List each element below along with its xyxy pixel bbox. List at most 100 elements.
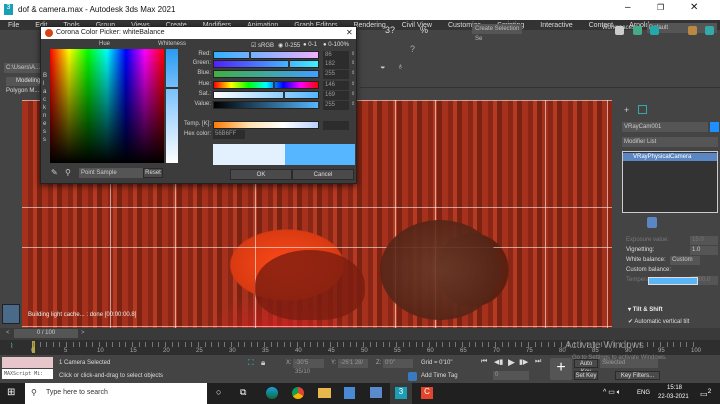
cancel-button[interactable]: Cancel (292, 169, 354, 180)
object-name-field[interactable]: VRayCam001 (622, 122, 708, 132)
light-icon[interactable]: ♁ (397, 61, 404, 71)
mode-radio-0-1[interactable]: ● 0-1 (303, 42, 317, 48)
x-coordinate[interactable]: -30'5 35/10 (293, 359, 324, 375)
tab-modeling[interactable]: Modeling (6, 77, 40, 86)
taskbar-search-box[interactable]: ⚲ Type here to search (25, 383, 207, 404)
temperature-slider[interactable] (213, 121, 319, 129)
next-frame-icon[interactable]: ▮▶ (519, 358, 528, 366)
value-value-field[interactable]: 255 (323, 101, 349, 110)
help-icon[interactable]: ? (410, 44, 415, 54)
hue-spinner[interactable]: ⇕ (351, 81, 355, 90)
z-coordinate[interactable]: 0'0" (383, 359, 413, 368)
red-spinner[interactable]: ⇕ (351, 51, 355, 60)
param-value[interactable]: 15.0 (690, 236, 718, 245)
set-key-button[interactable]: Set Key (574, 371, 598, 380)
percent-snap-icon[interactable]: % (420, 25, 428, 35)
curve-editor-icon[interactable] (633, 26, 642, 35)
red-value-field[interactable]: 86 (323, 51, 349, 60)
add-time-tag[interactable]: Add Time Tag (421, 373, 458, 379)
modifier-list-dropdown[interactable]: Modifier List (622, 137, 718, 147)
value-spinner[interactable]: ⇕ (351, 101, 355, 110)
ok-button[interactable]: OK (230, 169, 292, 180)
tray-icons[interactable]: ^ ▭ 🔈︎ (603, 388, 621, 397)
object-color-swatch[interactable] (710, 122, 719, 132)
maxscript-listener[interactable] (2, 357, 53, 368)
close-button[interactable]: ✕ (690, 2, 698, 13)
render-setup-icon[interactable] (688, 26, 697, 35)
previous-frame-icon[interactable]: ◀▮ (494, 358, 503, 366)
teapot-icon[interactable]: ◒ (380, 61, 385, 71)
task-view-icon[interactable]: ⧉ (240, 387, 246, 398)
edge-icon[interactable] (266, 387, 278, 399)
project-path[interactable]: C:\Users\A... (4, 63, 40, 73)
camtasia-icon[interactable]: C (421, 387, 433, 399)
sat-slider-handle[interactable] (282, 91, 285, 99)
add-key-button[interactable]: + (550, 358, 572, 380)
value-slider[interactable] (213, 101, 320, 109)
minimize-button[interactable]: – (625, 2, 631, 13)
blue-slider[interactable] (213, 70, 320, 78)
pen-icon[interactable]: ✎ (51, 168, 58, 177)
menu-interactive[interactable]: Interactive (532, 22, 580, 29)
hue-slider-handle[interactable] (273, 81, 276, 89)
y-coordinate[interactable]: -26'1 28/ (338, 359, 368, 368)
time-next-button[interactable]: > (81, 330, 85, 336)
time-tag-icon[interactable] (408, 372, 417, 381)
hue-slider[interactable] (213, 81, 319, 89)
language-indicator[interactable]: ENG (637, 390, 650, 396)
reset-button[interactable]: Reset (143, 168, 163, 178)
maxscript-input[interactable]: MAXScript Mi: (2, 369, 53, 379)
srgb-checkbox[interactable]: ☑ sRGB (251, 42, 274, 49)
dialog-close-button[interactable]: ✕ (346, 28, 353, 37)
show-end-result-icon[interactable] (647, 217, 657, 228)
green-value-field[interactable]: 182 (323, 60, 349, 69)
modifier-stack-item[interactable]: VRayPhysicalCamera (623, 153, 717, 161)
mode-radio-0-255[interactable]: ◉ 0-255 (278, 42, 300, 49)
cortana-icon[interactable]: ○ (216, 387, 221, 397)
time-prev-button[interactable]: < (6, 330, 10, 336)
schematic-view-icon[interactable] (650, 26, 659, 35)
blue-slider-handle[interactable] (318, 70, 320, 78)
hue-value-field[interactable]: 146 (323, 81, 349, 90)
green-slider-handle[interactable] (287, 60, 290, 68)
time-slider[interactable]: < 0 / 100 > (0, 328, 720, 340)
go-to-end-icon[interactable]: ⏭ (535, 358, 541, 366)
3dsmax-taskbar-button[interactable]: 3 (390, 383, 412, 404)
temperature-field[interactable] (323, 121, 349, 130)
sat-slider[interactable] (213, 91, 319, 99)
blue-value-field[interactable]: 255 (323, 70, 349, 79)
green-spinner[interactable]: ⇕ (351, 60, 355, 69)
maximize-button[interactable]: ❐ (657, 3, 664, 12)
lock-icon[interactable]: 🔒︎ (261, 358, 265, 368)
hue-blackness-field[interactable] (50, 49, 164, 163)
blue-spinner[interactable]: ⇕ (351, 70, 355, 79)
auto-tilt-checkbox[interactable]: ✔ Automatic vertical tilt (628, 318, 689, 325)
create-tab-icon[interactable]: + (624, 105, 629, 115)
value-slider-handle[interactable] (318, 101, 320, 109)
snap-3d-icon[interactable]: 3? (385, 25, 395, 35)
tab-polygon-modeling[interactable]: Polygon M... (6, 87, 40, 96)
play-icon[interactable]: ▶ (508, 357, 515, 368)
selection-set-dropdown[interactable]: Create Selection Se (472, 24, 522, 42)
sat-value-field[interactable]: 169 (323, 91, 349, 100)
isolate-icon[interactable]: ⛶ (248, 358, 254, 368)
sat-spinner[interactable]: ⇕ (351, 91, 355, 100)
notifications-icon[interactable]: ▭2 (700, 388, 711, 399)
store-icon[interactable] (344, 387, 355, 399)
clock-date[interactable]: 22-03-2021 (658, 394, 689, 400)
time-slider-handle[interactable]: 0 / 100 (14, 329, 78, 338)
param-value[interactable]: 1.0 (690, 246, 718, 255)
network-app-icon[interactable] (370, 387, 382, 398)
curve-editor-mini-icon[interactable]: ⌇ (10, 342, 13, 350)
rendered-frame-icon[interactable] (705, 26, 714, 35)
layer-explorer-icon[interactable] (615, 26, 624, 35)
file-explorer-icon[interactable] (318, 388, 331, 398)
windows-start-icon[interactable]: ⊞ (7, 387, 15, 398)
modify-tab-icon[interactable] (638, 105, 647, 114)
viewport-thumbnail[interactable] (2, 304, 20, 324)
chrome-icon[interactable] (292, 387, 304, 399)
current-frame-field[interactable]: 0 (493, 371, 529, 380)
eyedropper-icon[interactable]: ⚲ (65, 168, 71, 177)
red-slider-handle[interactable] (249, 51, 252, 59)
clock-time[interactable]: 15:18 (667, 385, 682, 391)
